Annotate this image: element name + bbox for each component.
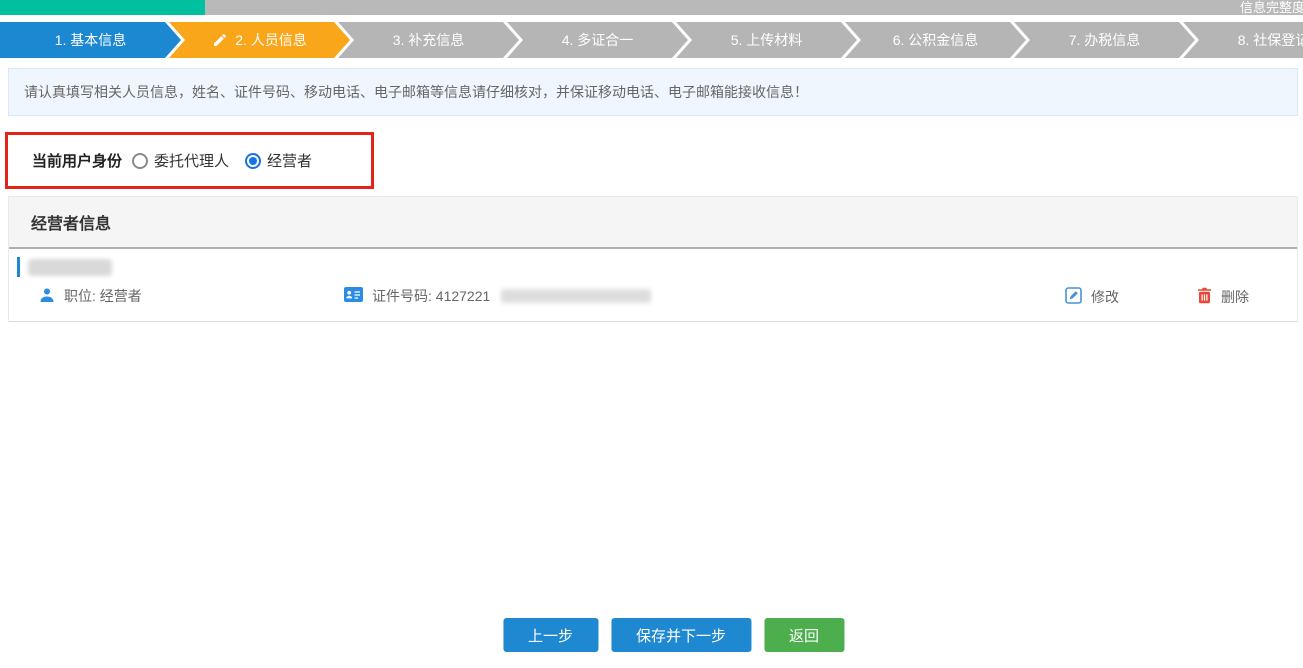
name-accent-bar <box>17 257 20 277</box>
position-text: 职位: 经营者 <box>64 286 142 306</box>
modify-button[interactable]: 修改 <box>1065 287 1119 307</box>
edit-icon <box>1065 287 1082 307</box>
step-tab-provident-fund[interactable]: 6. 公积金信息 <box>845 22 1026 58</box>
back-button[interactable]: 返回 <box>764 618 844 652</box>
step-tab-label: 2. 人员信息 <box>235 30 307 50</box>
radio-option-label: 委托代理人 <box>154 150 229 171</box>
radio-option-agent[interactable]: 委托代理人 <box>132 150 229 171</box>
step-tab-label: 3. 补充信息 <box>393 30 465 50</box>
operator-name-line <box>17 256 1297 278</box>
step-tab-social-security[interactable]: 8. 社保登记 <box>1183 22 1303 58</box>
id-number-redacted <box>501 289 651 303</box>
completeness-progress-fill <box>0 0 205 15</box>
step-tab-upload-materials[interactable]: 5. 上传材料 <box>676 22 857 58</box>
registration-wizard-page: 信息完整度 1. 基本信息 2. 人员信息 3. 补充信息 4. 多证合一 5.… <box>0 0 1303 668</box>
notice-text: 请认真填写相关人员信息，姓名、证件号码、移动电话、电子邮箱等信息请仔细核对，并保… <box>24 84 808 100</box>
operator-list-item: 职位: 经营者 证件号码: 4127221 修改 <box>9 249 1297 322</box>
previous-step-button[interactable]: 上一步 <box>503 618 598 652</box>
step-tabs: 1. 基本信息 2. 人员信息 3. 补充信息 4. 多证合一 5. 上传材料 … <box>0 22 1303 58</box>
id-card-icon <box>344 287 363 305</box>
identity-label: 当前用户身份 <box>32 150 122 171</box>
position-field: 职位: 经营者 <box>39 286 344 306</box>
step-tab-label: 6. 公积金信息 <box>893 30 979 50</box>
person-icon <box>39 287 55 306</box>
completeness-progress-bar: 信息完整度 <box>0 0 1303 15</box>
notice-bar: 请认真填写相关人员信息，姓名、证件号码、移动电话、电子邮箱等信息请仔细核对，并保… <box>8 68 1298 116</box>
trash-icon <box>1197 287 1212 307</box>
step-tab-label: 8. 社保登记 <box>1238 30 1303 50</box>
id-number-text: 证件号码: 4127221 <box>372 286 490 306</box>
step-tab-supplementary-info[interactable]: 3. 补充信息 <box>338 22 519 58</box>
section-title: 经营者信息 <box>9 197 1297 249</box>
delete-label: 删除 <box>1221 287 1249 307</box>
identity-radio-group: 当前用户身份 委托代理人 经营者 <box>5 132 374 189</box>
save-and-next-button[interactable]: 保存并下一步 <box>611 618 751 652</box>
radio-option-operator[interactable]: 经营者 <box>245 150 312 171</box>
radio-option-label: 经营者 <box>267 150 312 171</box>
pencil-icon <box>212 32 228 48</box>
radio-icon[interactable] <box>245 153 261 169</box>
step-tab-personnel-info[interactable]: 2. 人员信息 <box>169 22 350 58</box>
step-tab-label: 7. 办税信息 <box>1069 30 1141 50</box>
modify-label: 修改 <box>1091 287 1119 307</box>
radio-icon[interactable] <box>132 153 148 169</box>
delete-button[interactable]: 删除 <box>1197 287 1249 307</box>
step-tab-tax-info[interactable]: 7. 办税信息 <box>1014 22 1195 58</box>
operator-name-redacted <box>28 259 112 276</box>
step-tab-basic-info[interactable]: 1. 基本信息 <box>0 22 181 58</box>
step-tab-label: 5. 上传材料 <box>731 30 803 50</box>
step-tab-multi-certificate[interactable]: 4. 多证合一 <box>507 22 688 58</box>
footer-actions: 上一步 保存并下一步 返回 <box>503 618 844 652</box>
step-tab-label: 4. 多证合一 <box>562 30 634 50</box>
operator-info-section: 经营者信息 职位: 经营者 证件号码: 4127221 <box>8 196 1298 322</box>
id-number-field: 证件号码: 4127221 <box>344 286 651 306</box>
completeness-label: 信息完整度 <box>1240 0 1303 15</box>
step-tab-label: 1. 基本信息 <box>55 30 127 50</box>
